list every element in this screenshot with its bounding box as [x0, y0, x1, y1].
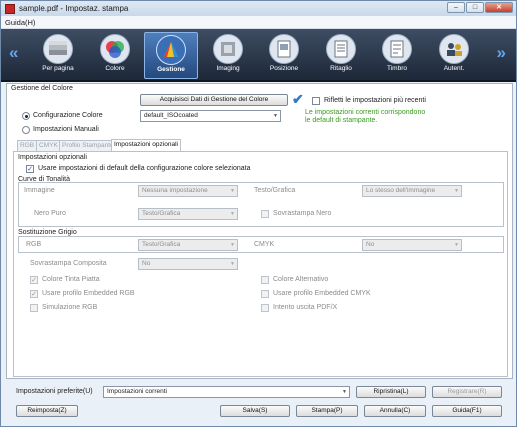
title-bar: sample.pdf - Impostaz. stampa – □ ✕	[1, 1, 516, 16]
toolbar-colore[interactable]: Colore	[88, 32, 142, 79]
rgb-embedded-checkbox[interactable]: ✓	[30, 290, 38, 298]
spot-color-label: Colore Tinta Piatta	[42, 276, 100, 283]
scroll-right-icon[interactable]: »	[497, 43, 506, 63]
pure-black-label: Nero Puro	[34, 210, 66, 217]
rgb-embedded-label: Usare profilo Embedded RGB	[42, 290, 135, 297]
radio-config-label: Configurazione Colore	[33, 112, 103, 119]
check-icon: ✔	[292, 91, 304, 107]
color-management-icon	[156, 35, 186, 65]
toolbar-imaging[interactable]: Imaging	[201, 32, 255, 79]
position-icon	[269, 34, 299, 64]
toolbar-timbro[interactable]: Timbro	[370, 32, 424, 79]
imaging-icon	[213, 34, 243, 64]
cmyk-select[interactable]: No	[362, 239, 462, 251]
reflect-checkbox[interactable]	[312, 97, 320, 105]
close-button[interactable]: ✕	[485, 2, 513, 13]
pdfx-intent-checkbox[interactable]	[261, 304, 269, 312]
toolbar-label: Per pagina	[42, 65, 74, 72]
pdf-icon	[5, 3, 15, 14]
text-graphics-select[interactable]: Lo stesso dell'immagine	[362, 185, 462, 197]
toolbar-label: Posizione	[269, 65, 299, 72]
gray-replace-title: Sostituzione Grigio	[18, 229, 77, 236]
toolbar-label: Timbro	[387, 65, 407, 72]
reset-button[interactable]: Reimposta(Z)	[16, 405, 78, 417]
composite-overprint-label: Sovrastampa Composita	[30, 260, 107, 267]
config-select[interactable]: default_ISOcoated	[140, 110, 281, 122]
toolbar-autent[interactable]: Autent.	[427, 32, 481, 79]
toolbar-gestione[interactable]: Gestione	[144, 32, 198, 79]
toolbar-per-pagina[interactable]: Per pagina	[31, 32, 85, 79]
reflect-label: Rifletti le impostazioni più recenti	[324, 97, 426, 104]
pref-label: Impostazioni preferite(U)	[16, 388, 93, 395]
register-button[interactable]: Registrare(R)	[432, 386, 502, 398]
window-title: sample.pdf - Impostaz. stampa	[19, 4, 129, 13]
menu-guide[interactable]: Guida(H)	[5, 18, 35, 27]
users-icon	[439, 34, 469, 64]
spot-color-checkbox[interactable]: ✓	[30, 276, 38, 284]
pdfx-intent-label: Intento uscita PDF/X	[273, 304, 338, 311]
print-button[interactable]: Stampa(P)	[296, 405, 358, 417]
save-button[interactable]: Salva(S)	[220, 405, 290, 417]
alt-color-checkbox[interactable]	[261, 276, 269, 284]
help-button[interactable]: Guida(F1)	[432, 405, 502, 417]
acquire-data-button[interactable]: Acquisisci Dati di Gestione del Colore	[140, 94, 288, 106]
minimize-button[interactable]: –	[447, 2, 465, 13]
section-title: Gestione del Colore	[11, 85, 73, 92]
restore-button[interactable]: Ripristina(L)	[356, 386, 426, 398]
info-text: Le impostazioni correnti corrispondono	[305, 109, 426, 116]
radio-manual-label: Impostazioni Manuali	[33, 126, 99, 133]
footer: Impostazioni preferite(U) Impostazioni c…	[6, 381, 513, 425]
use-default-checkbox[interactable]: ✓	[26, 165, 34, 173]
toolbar-label: Ritaglio	[330, 65, 352, 72]
toolbar-label: Imaging	[216, 65, 240, 72]
scroll-left-icon[interactable]: «	[9, 43, 18, 63]
cancel-button[interactable]: Annulla(C)	[364, 405, 426, 417]
maximize-button[interactable]: □	[466, 2, 484, 13]
crop-icon	[326, 34, 356, 64]
text-graphics-label: Testo/Grafica	[254, 187, 296, 194]
use-default-label: Usare impostazioni di default della conf…	[38, 165, 251, 172]
tab-rgb[interactable]: RGB	[17, 140, 38, 151]
cmyk-label: CMYK	[254, 241, 275, 248]
radio-config-colore[interactable]	[22, 112, 30, 120]
toolbar-posizione[interactable]: Posizione	[257, 32, 311, 79]
alt-color-label: Colore Alternativo	[273, 276, 329, 283]
rgb-select[interactable]: Testo/Grafica	[138, 239, 238, 251]
image-label: Immagine	[24, 187, 55, 194]
rgb-simulation-checkbox[interactable]	[30, 304, 38, 312]
cmyk-embedded-label: Usare profilo Embedded CMYK	[273, 290, 371, 297]
menu-bar: Guida(H)	[1, 16, 516, 29]
tab-cmyk[interactable]: CMYK	[36, 140, 61, 151]
rgb-simulation-label: Simulazione RGB	[42, 304, 98, 311]
info-text-2: le default di stampante.	[305, 117, 378, 124]
tab-printer-profile[interactable]: Profilo Stampante	[59, 140, 117, 151]
composite-overprint-select[interactable]: No	[138, 258, 238, 270]
settings-panel: Gestione del Colore Acquisisci Dati di G…	[6, 83, 513, 379]
tab-content: Impostazioni opzionali ✓ Usare impostazi…	[13, 151, 508, 377]
radio-manual[interactable]	[22, 126, 30, 134]
color-wheel-icon	[100, 34, 130, 64]
image-select[interactable]: Nessuna impostazione	[138, 185, 238, 197]
cmyk-embedded-checkbox[interactable]	[261, 290, 269, 298]
stack-icon	[43, 34, 73, 64]
tab-optional-settings[interactable]: Impostazioni opzionali	[111, 139, 181, 151]
toolbar-label: Autent.	[443, 65, 465, 72]
pref-select[interactable]: Impostazioni correnti	[103, 386, 350, 398]
rgb-label: RGB	[26, 241, 42, 248]
pure-black-select[interactable]: Testo/Grafica	[138, 208, 238, 220]
toolbar-label: Gestione	[157, 66, 185, 73]
toolbar-ritaglio[interactable]: Ritaglio	[314, 32, 368, 79]
overprint-black-label: Sovrastampa Nero	[273, 210, 332, 217]
print-settings-window: sample.pdf - Impostaz. stampa – □ ✕ Guid…	[0, 0, 517, 427]
toolbar-label: Colore	[105, 65, 125, 72]
overprint-black-checkbox[interactable]	[261, 210, 269, 218]
optional-group-title: Impostazioni opzionali	[18, 154, 87, 161]
stamp-icon	[382, 34, 412, 64]
category-toolbar: « » Per pagina Colore Gestione Imaging P…	[1, 29, 516, 82]
